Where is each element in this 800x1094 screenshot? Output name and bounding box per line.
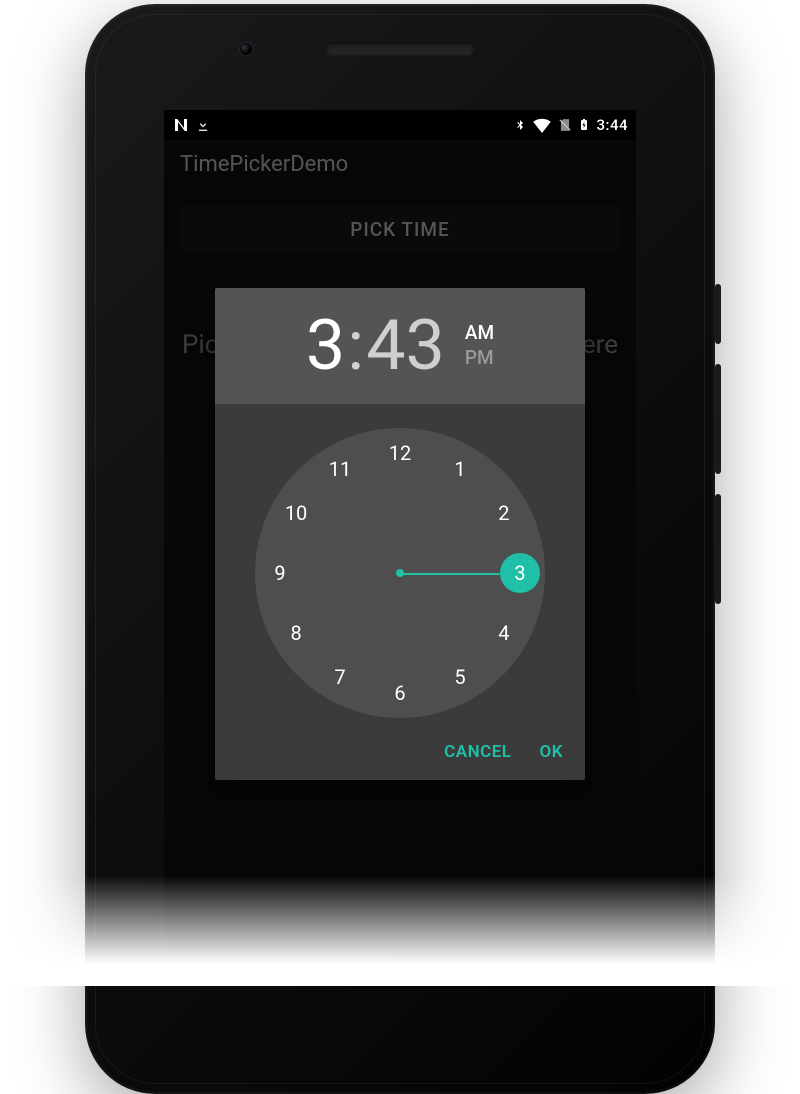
dialog-header: 3 : 43 AM PM [215, 288, 585, 404]
clock-number-7[interactable]: 7 [320, 657, 360, 697]
pm-toggle[interactable]: PM [465, 346, 494, 371]
dialog-body: 12 12 3 45678 9 1011 [215, 404, 585, 728]
ok-button[interactable]: OK [540, 742, 564, 762]
power-button [715, 284, 721, 344]
front-camera [240, 43, 252, 55]
clock-number-1[interactable]: 1 [440, 449, 480, 489]
clock-number-3[interactable]: 3 [500, 553, 540, 593]
clock-number-9[interactable]: 9 [260, 553, 300, 593]
clock-hand [400, 573, 500, 575]
wifi-icon [532, 117, 552, 133]
android-n-icon [172, 116, 190, 134]
status-clock: 3:44 [596, 116, 628, 134]
selected-hour[interactable]: 3 [306, 311, 345, 381]
clock-number-5[interactable]: 5 [440, 657, 480, 697]
cancel-button[interactable]: CANCEL [444, 742, 511, 762]
battery-charging-icon [578, 116, 590, 134]
clock-number-12[interactable]: 12 [380, 433, 420, 473]
dialog-actions: CANCEL OK [215, 728, 585, 780]
clock-number-6[interactable]: 6 [380, 673, 420, 713]
clock-pivot [396, 569, 404, 577]
volume-up-button [715, 364, 721, 474]
volume-down-button [715, 494, 721, 604]
time-colon: : [345, 311, 366, 381]
no-sim-icon [558, 116, 572, 134]
clock-number-8[interactable]: 8 [276, 613, 316, 653]
earpiece [325, 42, 475, 56]
status-bar: 3:44 [164, 110, 636, 140]
time-picker-dialog: 3 : 43 AM PM 12 12 3 45678 9 1011 CANCEL OK [215, 288, 585, 780]
bluetooth-icon [514, 116, 526, 134]
clock-number-2[interactable]: 2 [484, 493, 524, 533]
phone-frame: 3:44 TimePickerDemo PICK TIME Pick ere 3… [85, 4, 715, 1094]
clock-face[interactable]: 12 12 3 45678 9 1011 [255, 428, 545, 718]
download-icon [196, 117, 210, 133]
selected-minute[interactable]: 43 [366, 311, 445, 381]
clock-number-11[interactable]: 11 [320, 449, 360, 489]
clock-number-10[interactable]: 10 [276, 493, 316, 533]
device-screen: 3:44 TimePickerDemo PICK TIME Pick ere 3… [164, 110, 636, 950]
clock-number-4[interactable]: 4 [484, 613, 524, 653]
am-toggle[interactable]: AM [465, 321, 494, 346]
